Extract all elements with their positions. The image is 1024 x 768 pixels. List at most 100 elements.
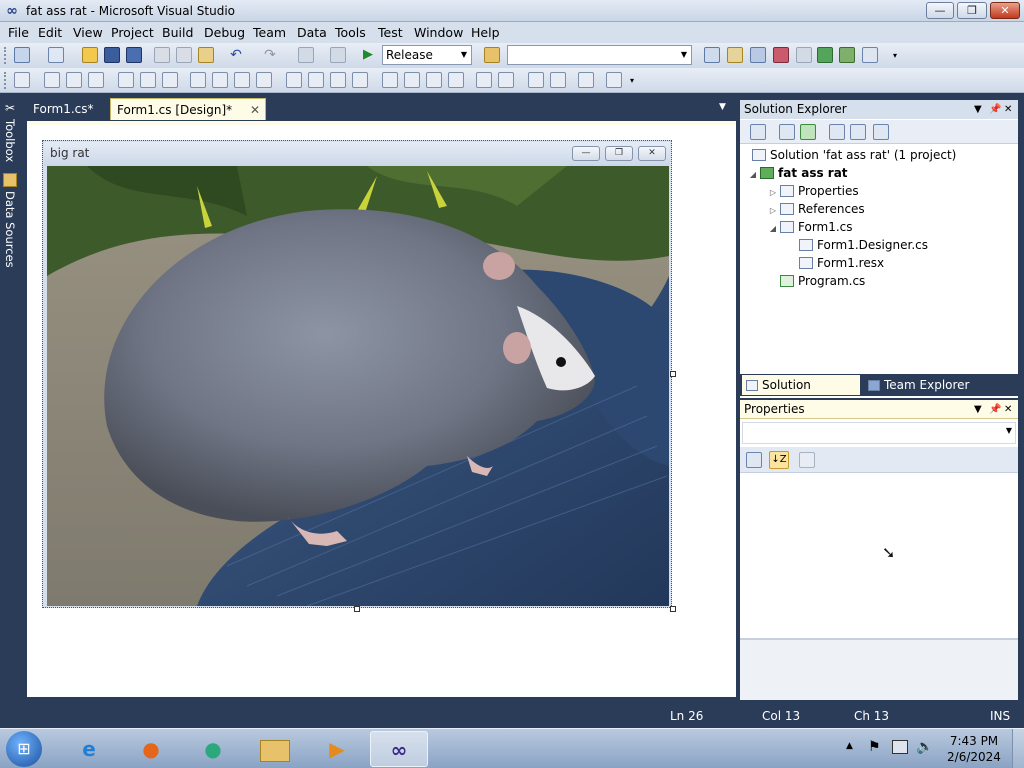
tree-node-form1-resx[interactable]: Form1.resx bbox=[740, 254, 1018, 272]
undo-icon[interactable]: ↶ bbox=[228, 47, 244, 63]
tab-form1-cs[interactable]: Form1.cs* bbox=[27, 98, 109, 120]
view-code-icon[interactable] bbox=[829, 124, 845, 140]
data-sources-icon[interactable] bbox=[3, 173, 17, 187]
start-button-icon[interactable]: ⊞ bbox=[6, 731, 42, 767]
cut-icon[interactable] bbox=[154, 47, 170, 63]
window-position-icon[interactable]: ▼ bbox=[974, 400, 982, 419]
toolbar-grip[interactable] bbox=[4, 47, 7, 64]
menu-view[interactable]: View bbox=[70, 24, 106, 41]
align-rights-icon[interactable] bbox=[88, 72, 104, 88]
menu-team[interactable]: Team bbox=[250, 24, 289, 41]
show-desktop-button[interactable] bbox=[1012, 729, 1024, 768]
tree-node-form1[interactable]: ◢ Form1.cs bbox=[740, 218, 1018, 236]
align-tops-icon[interactable] bbox=[118, 72, 134, 88]
object-browser-icon[interactable] bbox=[750, 47, 766, 63]
menu-file[interactable]: File bbox=[5, 24, 32, 41]
tab-team-explorer[interactable]: Team Explorer bbox=[864, 375, 982, 395]
vertical-spacing-equal-icon[interactable] bbox=[382, 72, 398, 88]
increase-vertical-spacing-icon[interactable] bbox=[404, 72, 420, 88]
resize-handle-bottom[interactable] bbox=[354, 606, 360, 612]
toolbox-icon[interactable]: ✂ bbox=[3, 101, 17, 115]
menu-edit[interactable]: Edit bbox=[35, 24, 65, 41]
increase-horizontal-spacing-icon[interactable] bbox=[308, 72, 324, 88]
copy-icon[interactable] bbox=[176, 47, 192, 63]
align-lefts-icon[interactable] bbox=[44, 72, 60, 88]
align-to-grid-icon[interactable] bbox=[14, 72, 30, 88]
lock-controls-icon[interactable] bbox=[606, 72, 622, 88]
media-player-icon[interactable]: ▶ bbox=[310, 731, 364, 767]
menu-project[interactable]: Project bbox=[108, 24, 157, 41]
menu-test[interactable]: Test bbox=[375, 24, 406, 41]
align-bottoms-icon[interactable] bbox=[162, 72, 178, 88]
extension-manager-icon[interactable] bbox=[839, 47, 855, 63]
messenger-icon[interactable]: ● bbox=[186, 731, 240, 767]
menu-debug[interactable]: Debug bbox=[201, 24, 248, 41]
toolbar-grip[interactable] bbox=[4, 72, 7, 89]
center-vertically-icon[interactable] bbox=[498, 72, 514, 88]
menu-tools[interactable]: Tools bbox=[332, 24, 369, 41]
expand-arrow-icon[interactable]: ◢ bbox=[746, 166, 760, 184]
clock[interactable]: 7:43 PM 2/6/2024 bbox=[946, 733, 1002, 765]
start-debugging-icon[interactable]: ▶ bbox=[360, 47, 376, 63]
tab-order-icon[interactable] bbox=[578, 72, 594, 88]
find-in-files-icon[interactable] bbox=[484, 47, 500, 63]
remove-vertical-spacing-icon[interactable] bbox=[448, 72, 464, 88]
tab-solution-explorer[interactable]: Solution Explorer bbox=[742, 375, 860, 412]
tree-node-references[interactable]: ▷ References bbox=[740, 200, 1018, 218]
solution-configuration-combo[interactable]: Release ▼ bbox=[382, 45, 472, 65]
menu-help[interactable]: Help bbox=[468, 24, 503, 41]
decrease-vertical-spacing-icon[interactable] bbox=[426, 72, 442, 88]
center-horizontally-icon[interactable] bbox=[476, 72, 492, 88]
start-page-icon[interactable] bbox=[817, 47, 833, 63]
open-file-icon[interactable] bbox=[82, 47, 98, 63]
properties-icon[interactable] bbox=[750, 124, 766, 140]
redo-icon[interactable]: ↷ bbox=[262, 47, 278, 63]
firefox-icon[interactable]: ● bbox=[124, 731, 178, 767]
navigate-backward-icon[interactable] bbox=[298, 47, 314, 63]
internet-explorer-icon[interactable]: e bbox=[62, 731, 116, 767]
new-project-icon[interactable] bbox=[14, 47, 30, 63]
tree-node-properties[interactable]: ▷ Properties bbox=[740, 182, 1018, 200]
resize-handle-bottom-right[interactable] bbox=[670, 606, 676, 612]
toolbox-icon[interactable] bbox=[773, 47, 789, 63]
toolbar-options-icon[interactable]: ▾ bbox=[893, 51, 897, 60]
maximize-button[interactable]: ❐ bbox=[957, 2, 987, 19]
save-all-icon[interactable] bbox=[126, 47, 142, 63]
action-center-flag-icon[interactable]: ⚑ bbox=[868, 739, 881, 755]
send-to-back-icon[interactable] bbox=[550, 72, 566, 88]
expand-arrow-icon[interactable]: ◢ bbox=[766, 220, 780, 238]
solution-explorer-icon[interactable] bbox=[704, 47, 720, 63]
save-icon[interactable] bbox=[104, 47, 120, 63]
show-all-files-icon[interactable] bbox=[779, 124, 795, 140]
tree-node-solution[interactable]: Solution 'fat ass rat' (1 project) bbox=[740, 146, 1018, 164]
command-window-icon[interactable] bbox=[862, 47, 878, 63]
minimize-button[interactable]: — bbox=[926, 2, 954, 19]
volume-muted-icon[interactable]: 🔈 bbox=[916, 739, 933, 755]
remove-horizontal-spacing-icon[interactable] bbox=[352, 72, 368, 88]
object-selector-combo[interactable]: ▼ bbox=[742, 422, 1016, 444]
windows-explorer-icon[interactable] bbox=[248, 731, 302, 767]
horizontal-spacing-equal-icon[interactable] bbox=[286, 72, 302, 88]
network-icon[interactable] bbox=[892, 740, 908, 754]
window-position-icon[interactable]: ▼ bbox=[974, 100, 982, 119]
close-button[interactable]: ✕ bbox=[990, 2, 1020, 19]
designer-form[interactable]: big rat — ❐ ✕ bbox=[42, 140, 672, 608]
refresh-icon[interactable] bbox=[800, 124, 816, 140]
property-pages-icon[interactable] bbox=[799, 452, 815, 468]
toolbar-options-icon[interactable]: ▾ bbox=[630, 76, 634, 85]
paste-icon[interactable] bbox=[198, 47, 214, 63]
tree-node-form1-designer[interactable]: Form1.Designer.cs bbox=[740, 236, 1018, 254]
show-hidden-icons-icon[interactable]: ▲ bbox=[846, 741, 853, 751]
class-diagram-icon[interactable] bbox=[873, 124, 889, 140]
close-icon[interactable]: ✕ bbox=[1004, 400, 1012, 419]
menu-data[interactable]: Data bbox=[294, 24, 330, 41]
align-middles-icon[interactable] bbox=[140, 72, 156, 88]
tab-list-dropdown-icon[interactable]: ▼ bbox=[719, 102, 726, 112]
tree-node-program[interactable]: Program.cs bbox=[740, 272, 1018, 290]
alphabetical-icon[interactable]: ↓Z bbox=[769, 451, 789, 469]
view-designer-icon[interactable] bbox=[850, 124, 866, 140]
toolbox-tab[interactable]: Toolbox bbox=[2, 119, 18, 169]
menu-build[interactable]: Build bbox=[159, 24, 196, 41]
make-same-width-icon[interactable] bbox=[190, 72, 206, 88]
picture-box[interactable] bbox=[47, 166, 669, 606]
